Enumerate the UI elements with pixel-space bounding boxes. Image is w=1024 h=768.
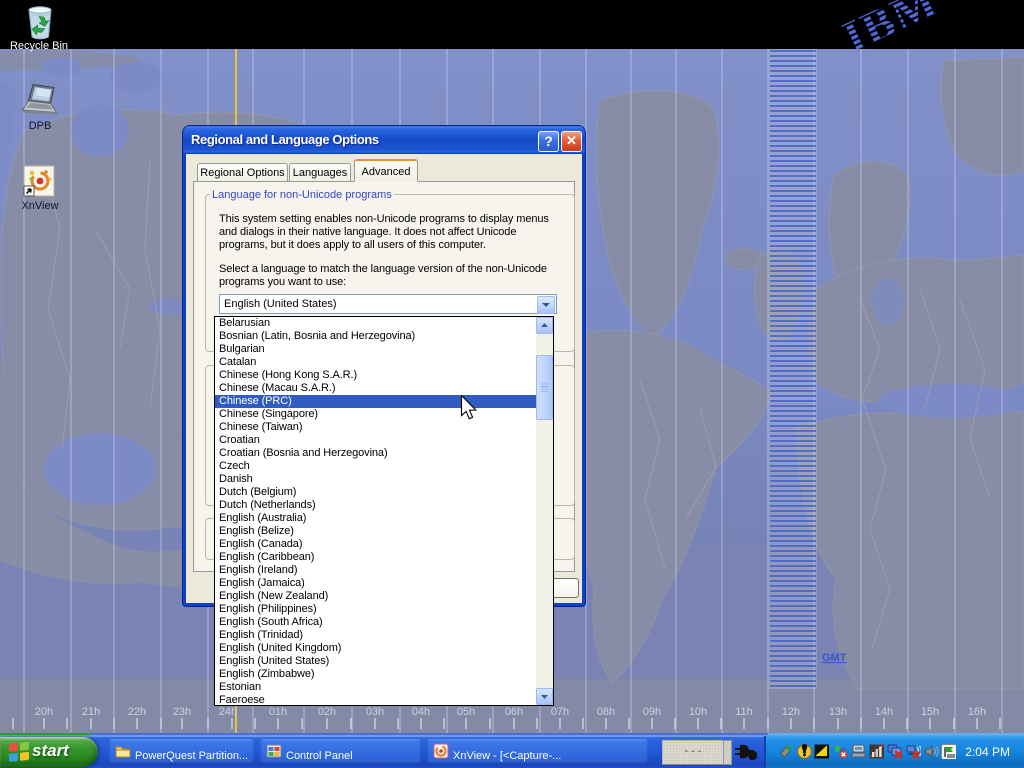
svg-text:24h: 24h bbox=[219, 706, 237, 718]
svg-text:06h: 06h bbox=[505, 706, 523, 718]
svg-text:01h: 01h bbox=[269, 706, 287, 718]
svg-text:11h: 11h bbox=[735, 706, 753, 718]
svg-text:10h: 10h bbox=[689, 706, 707, 718]
svg-text:03h: 03h bbox=[366, 706, 384, 718]
svg-text:GMT: GMT bbox=[822, 652, 847, 664]
svg-text:20h: 20h bbox=[35, 706, 53, 718]
svg-text:IBM: IBM bbox=[835, 0, 945, 55]
svg-text:12h: 12h bbox=[782, 706, 800, 718]
svg-text:21h: 21h bbox=[82, 706, 100, 718]
svg-text:07h: 07h bbox=[551, 706, 569, 718]
svg-text:02h: 02h bbox=[318, 706, 336, 718]
svg-text:04h: 04h bbox=[412, 706, 430, 718]
svg-text:09h: 09h bbox=[643, 706, 661, 718]
svg-text:23h: 23h bbox=[173, 706, 191, 718]
svg-text:16h: 16h bbox=[968, 706, 986, 718]
svg-text:14h: 14h bbox=[875, 706, 893, 718]
svg-text:15h: 15h bbox=[921, 706, 939, 718]
svg-text:08h: 08h bbox=[597, 706, 615, 718]
svg-text:22h: 22h bbox=[128, 706, 146, 718]
svg-text:05h: 05h bbox=[457, 706, 475, 718]
svg-text:13h: 13h bbox=[829, 706, 847, 718]
